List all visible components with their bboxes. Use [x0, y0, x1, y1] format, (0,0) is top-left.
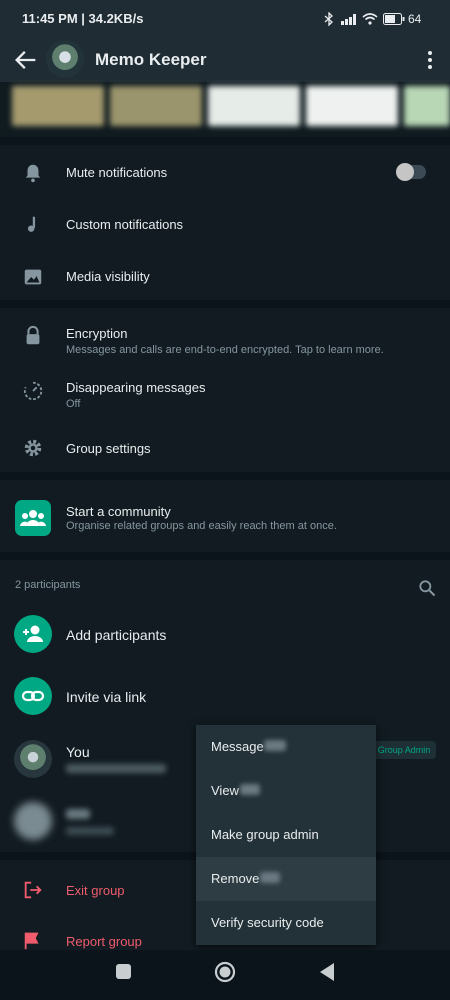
more-vert-icon[interactable] [418, 48, 442, 72]
you-avatar[interactable] [14, 740, 52, 778]
exit-icon [24, 881, 42, 899]
group-settings-label[interactable]: Group settings [66, 441, 151, 456]
you-about-redacted [66, 764, 166, 773]
community-icon [15, 500, 51, 536]
invite-via-link-label[interactable]: Invite via link [66, 689, 146, 705]
menu-item-label: Remove [211, 871, 260, 886]
bluetooth-icon [324, 12, 333, 26]
start-community-title[interactable]: Start a community [66, 504, 171, 519]
search-icon[interactable] [417, 578, 437, 598]
media-thumbnail[interactable] [110, 86, 202, 126]
mute-toggle-knob[interactable] [396, 163, 414, 181]
bell-icon [25, 164, 41, 183]
disappearing-messages-title[interactable]: Disappearing messages [66, 380, 205, 395]
menu-item-message[interactable]: Message [196, 725, 376, 769]
media-thumbnail[interactable] [12, 86, 104, 126]
status-time: 11:45 PM | 34.2KB/s [22, 11, 144, 26]
participant-status-redacted [66, 827, 114, 835]
mute-notifications-label[interactable]: Mute notifications [66, 165, 167, 180]
media-visibility-label[interactable]: Media visibility [66, 269, 150, 284]
group-avatar[interactable] [46, 40, 84, 78]
link-icon [14, 677, 52, 715]
menu-item-verify-security-code[interactable]: Verify security code [196, 901, 376, 945]
group-title[interactable]: Memo Keeper [95, 50, 206, 70]
music-note-icon [27, 216, 36, 232]
menu-item-label: View [211, 783, 239, 798]
battery-level: 64 [408, 12, 422, 26]
report-icon [24, 932, 39, 950]
media-thumbnail[interactable] [306, 86, 398, 126]
arrow-back-icon[interactable] [12, 46, 40, 74]
timer-icon [23, 381, 43, 401]
menu-item-remove[interactable]: Remove [196, 857, 376, 901]
menu-item-make-admin[interactable]: Make group admin [196, 813, 376, 857]
add-participant-icon [14, 615, 52, 653]
section-divider [0, 300, 450, 308]
group-admin-badge: Group Admin [372, 741, 436, 759]
menu-item-label: Verify security code [211, 915, 324, 930]
back-nav-button[interactable] [318, 962, 336, 982]
lock-icon [26, 325, 40, 345]
you-name[interactable]: You [66, 744, 90, 760]
encryption-subtitle: Messages and calls are end-to-end encryp… [66, 344, 384, 356]
redacted-name [264, 740, 286, 751]
menu-item-label: Message [211, 739, 264, 754]
participant-name-redacted[interactable] [66, 809, 90, 819]
participant-avatar[interactable] [14, 802, 52, 840]
signal-icon [341, 14, 356, 25]
media-thumbnail[interactable] [404, 86, 450, 126]
home-button[interactable] [214, 961, 236, 983]
start-community-subtitle: Organise related groups and easily reach… [66, 520, 337, 532]
section-divider [0, 552, 450, 560]
recents-button[interactable] [116, 964, 131, 979]
image-icon [24, 269, 42, 285]
media-thumbnail[interactable] [208, 86, 300, 126]
redacted-name [260, 872, 280, 883]
report-group-button[interactable]: Report group [66, 934, 142, 949]
exit-group-button[interactable]: Exit group [66, 883, 125, 898]
disappearing-messages-status: Off [66, 398, 81, 410]
menu-item-view[interactable]: View [196, 769, 376, 813]
battery-icon [383, 13, 405, 25]
wifi-icon [362, 13, 378, 25]
menu-item-label: Make group admin [211, 827, 319, 842]
gear-icon [24, 439, 42, 457]
custom-notifications-label[interactable]: Custom notifications [66, 217, 183, 232]
participants-count: 2 participants [15, 579, 81, 591]
add-participants-label[interactable]: Add participants [66, 627, 166, 643]
encryption-title[interactable]: Encryption [66, 326, 127, 341]
section-divider [0, 472, 450, 480]
redacted-name [240, 784, 260, 795]
